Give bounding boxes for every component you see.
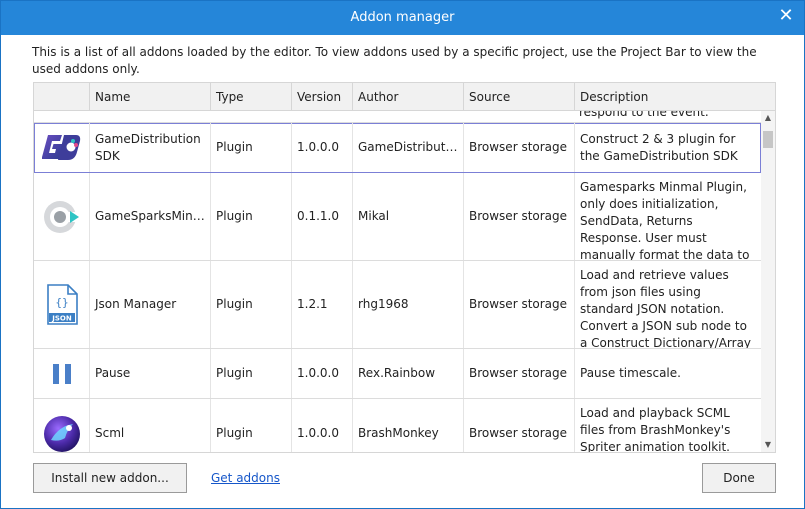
get-addons-link[interactable]: Get addons <box>211 471 280 485</box>
header-icon-column <box>34 83 89 111</box>
spriter-icon <box>34 399 89 452</box>
done-button[interactable]: Done <box>702 463 776 493</box>
table-body: respond to the event. GameDistribution S… <box>34 111 761 452</box>
install-new-addon-button[interactable]: Install new addon... <box>33 463 187 493</box>
cell-name: Pause <box>89 349 210 398</box>
cell-source: Browser storage <box>463 261 574 348</box>
construct-logo-icon <box>34 173 89 260</box>
cell-description: Load and playback SCML files from BrashM… <box>574 399 761 452</box>
partial-row: respond to the event. <box>34 111 761 123</box>
json-file-icon: {} JSON <box>34 261 89 348</box>
cell-name: Scml <box>89 399 210 452</box>
header-version[interactable]: Version <box>291 83 352 111</box>
header-name[interactable]: Name <box>89 83 210 111</box>
header-type[interactable]: Type <box>210 83 291 111</box>
cell-description: Load and retrieve values from json files… <box>574 261 761 348</box>
table-row[interactable]: GameSparksMini… Plugin 0.1.1.0 Mikal Bro… <box>34 173 761 261</box>
cell-name: GameDistribution SDK <box>89 123 210 172</box>
cell-name: Json Manager <box>89 261 210 348</box>
cell-name: GameSparksMini… <box>89 173 210 260</box>
cell-author: BrashMonkey <box>352 399 463 452</box>
scroll-up-icon[interactable]: ▲ <box>761 111 775 125</box>
cell-source: Browser storage <box>463 399 574 452</box>
cell-version: 1.2.1 <box>291 261 352 348</box>
cell-author: Rex.Rainbow <box>352 349 463 398</box>
gamedistribution-icon <box>34 123 89 172</box>
header-source[interactable]: Source <box>463 83 574 111</box>
addons-table: Name Type Version Author Source Descript… <box>33 82 776 453</box>
cell-type: Plugin <box>210 349 291 398</box>
cell-version: 0.1.1.0 <box>291 173 352 260</box>
svg-text:JSON: JSON <box>51 314 72 322</box>
pause-icon <box>34 349 89 398</box>
table-header: Name Type Version Author Source Descript… <box>34 83 775 111</box>
cell-description: Gamesparks Minmal Plugin, only does init… <box>574 173 761 260</box>
title-bar[interactable]: Addon manager ✕ <box>1 1 804 35</box>
addon-manager-dialog: Addon manager ✕ This is a list of all ad… <box>0 0 805 509</box>
header-description[interactable]: Description <box>574 83 775 111</box>
svg-text:{}: {} <box>55 296 68 309</box>
cell-type: Plugin <box>210 399 291 452</box>
table-row[interactable]: Pause Plugin 1.0.0.0 Rex.Rainbow Browser… <box>34 349 761 399</box>
cell-author: GameDistributi… <box>352 123 463 172</box>
cell-source: Browser storage <box>463 123 574 172</box>
table-row[interactable]: {} JSON Json Manager Plugin 1.2.1 rhg196… <box>34 261 761 349</box>
scrollbar-thumb[interactable] <box>763 131 773 148</box>
partial-row-text: respond to the event. <box>579 111 709 119</box>
description-text: This is a list of all addons loaded by t… <box>32 45 757 76</box>
vertical-scrollbar[interactable]: ▲ ▼ <box>761 111 775 452</box>
cell-description: Pause timescale. <box>574 349 761 398</box>
cell-version: 1.0.0.0 <box>291 123 352 172</box>
cell-author: Mikal <box>352 173 463 260</box>
cell-name-text: GameSparksMini… <box>95 209 205 223</box>
cell-version: 1.0.0.0 <box>291 349 352 398</box>
cell-author-text: GameDistributi… <box>358 140 458 154</box>
cell-source: Browser storage <box>463 349 574 398</box>
table-row[interactable]: GameDistribution SDK Plugin 1.0.0.0 Game… <box>34 123 761 173</box>
window-title: Addon manager <box>350 10 455 25</box>
header-author[interactable]: Author <box>352 83 463 111</box>
cell-type: Plugin <box>210 173 291 260</box>
cell-type: Plugin <box>210 261 291 348</box>
cell-source: Browser storage <box>463 173 574 260</box>
cell-description: Construct 2 & 3 plugin for the GameDistr… <box>574 123 761 172</box>
close-icon[interactable]: ✕ <box>776 6 796 26</box>
cell-type: Plugin <box>210 123 291 172</box>
table-row[interactable]: Scml Plugin 1.0.0.0 BrashMonkey Browser … <box>34 399 761 452</box>
cell-version: 1.0.0.0 <box>291 399 352 452</box>
scroll-down-icon[interactable]: ▼ <box>761 438 775 452</box>
cell-author: rhg1968 <box>352 261 463 348</box>
